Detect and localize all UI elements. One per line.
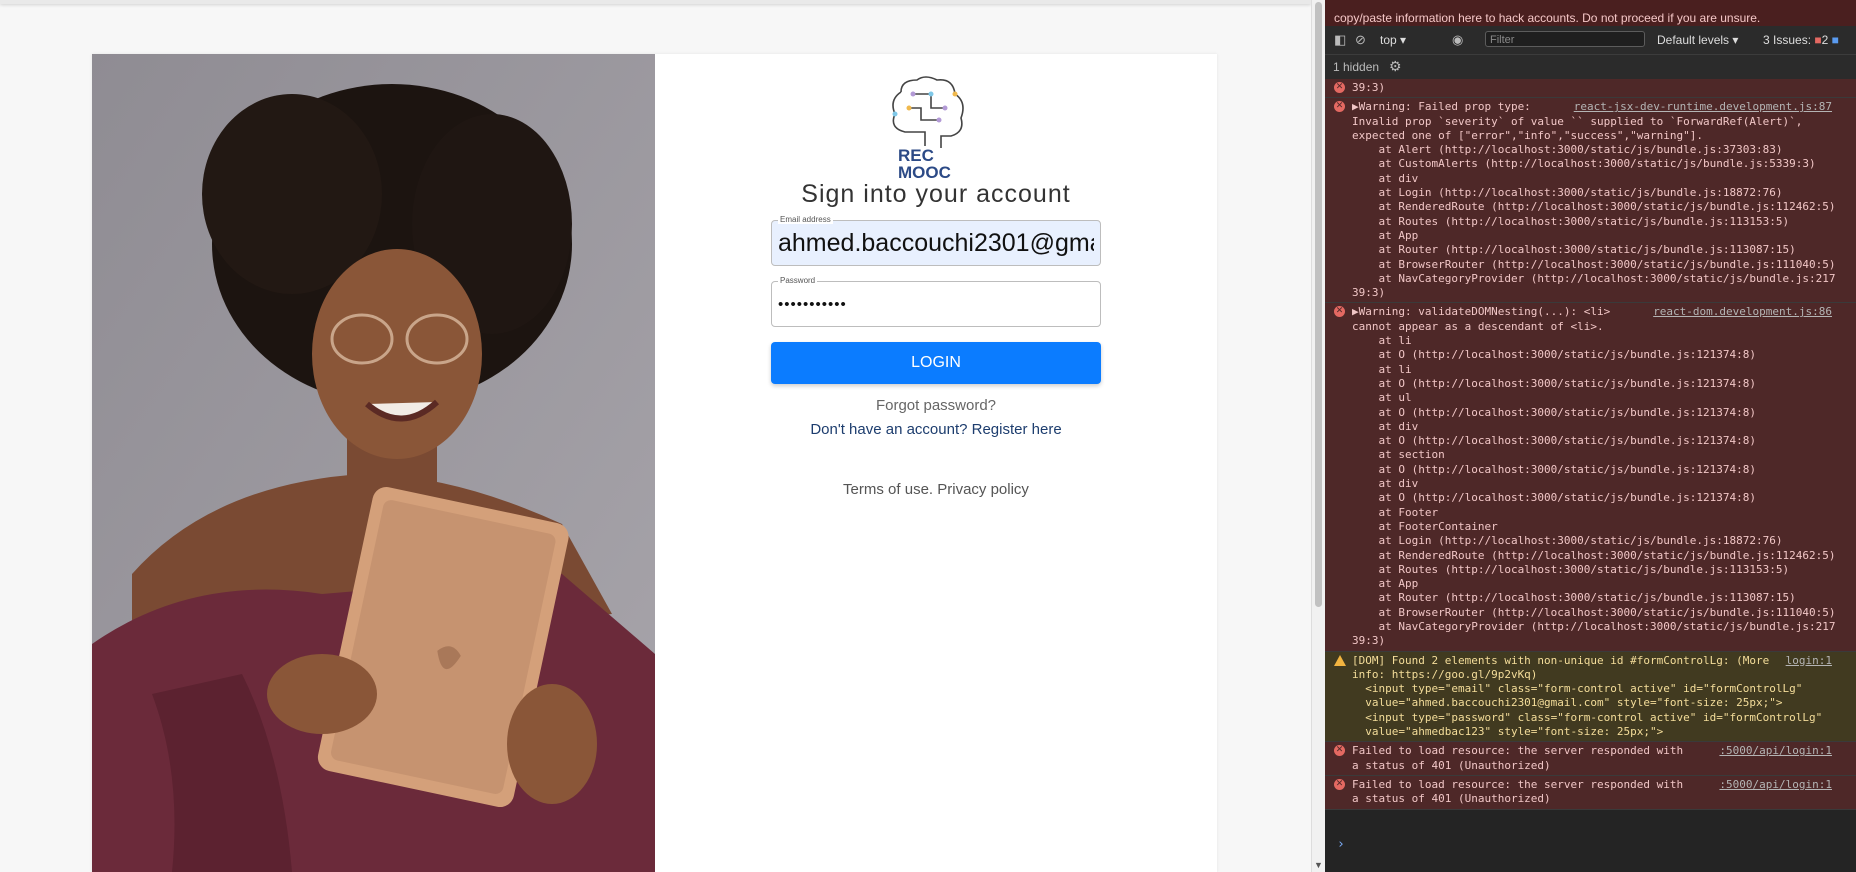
error-icon: ✕ [1334,306,1345,318]
error-icon: ✕ [1334,82,1345,93]
hero-photo [92,54,655,872]
console-message: Failed to load resource: the server resp… [1352,744,1684,772]
log-levels-value: Default levels [1657,33,1730,47]
scrollbar-thumb[interactable] [1315,2,1322,607]
issues-label: 3 Issues: [1763,33,1812,47]
console-source-link[interactable]: react-jsx-dev-runtime.development.js:87 [1574,100,1832,114]
forgot-password-link[interactable]: Forgot password? [655,397,1217,414]
console-prompt-icon[interactable]: › [1337,837,1345,852]
browser-viewport: REC MOOC Sign into your account Email ad… [0,0,1311,872]
console-toolbar: ◧ ⊘ top ▾ ◉ Filter Default levels ▾ 3 Is… [1325,26,1856,55]
console-message: [DOM] Found 2 elements with non-unique i… [1352,653,1823,739]
console-source-link[interactable]: :5000/api/login:1 [1719,778,1832,792]
console-settings-gear-icon[interactable]: ⚙ [1389,58,1402,75]
console-message: ▶Warning: validateDOMNesting(...): <li> … [1352,305,1836,648]
error-icon: ✕ [1334,778,1345,790]
password-label: Password [778,276,818,285]
console-message: 39:3) [1352,81,1386,94]
console-warning-text: copy/paste information here to hack acco… [1334,11,1761,25]
console-entry[interactable]: ✕ react-dom.development.js:86 ▶Warning: va… [1325,303,1856,652]
console-status-bar: 1 hidden ⚙ [1325,55,1856,80]
console-source-link[interactable]: :5000/api/login:1 [1719,744,1832,758]
password-field: Password [771,276,1101,327]
terms-privacy-links[interactable]: Terms of use. Privacy policy [655,481,1217,498]
issues-error-icon: ■ [1814,33,1822,47]
console-entry[interactable]: ✕ :5000/api/login:1 Failed to load resourc… [1325,775,1856,810]
login-button[interactable]: LOGIN [771,342,1101,384]
issues-error-count: 2 [1821,33,1829,47]
console-message: ▶Warning: Failed prop type: Invalid prop… [1352,100,1836,300]
error-icon: ✕ [1334,745,1345,757]
console-source-link[interactable]: login:1 [1786,654,1832,668]
scroll-down-icon[interactable]: ▼ [1314,860,1323,870]
email-input[interactable] [778,227,1094,259]
password-input[interactable] [778,288,1094,320]
console-entry[interactable]: login:1 [DOM] Found 2 elements with non-u… [1325,651,1856,743]
console-warning-banner: copy/paste information here to hack acco… [1325,0,1856,26]
devtools-console-panel: copy/paste information here to hack acco… [1325,0,1856,872]
hidden-count: 1 hidden [1333,60,1380,74]
sidebar-toggle-icon[interactable]: ◧ [1334,32,1346,48]
console-log: ✕ 39:3) ✕ react-jsx-dev-runtime.development… [1325,79,1856,810]
console-source-link[interactable]: react-dom.development.js:86 [1653,305,1832,319]
issues-info-icon: ■ [1831,33,1839,47]
error-icon: ✕ [1334,101,1345,113]
console-entry[interactable]: ✕ 39:3) [1325,79,1856,99]
issues-counter[interactable]: 3 Issues: ■2 ■ [1763,33,1839,47]
clear-console-icon[interactable]: ⊘ [1355,32,1366,48]
warning-icon [1334,654,1346,666]
live-expression-eye-icon[interactable]: ◉ [1452,32,1463,48]
email-field: Email address [771,215,1101,266]
context-select[interactable]: top ▾ [1380,33,1406,47]
page-title: Sign into your account [801,180,1071,208]
register-link[interactable]: Don't have an account? Register here [655,421,1217,438]
console-filter-input[interactable]: Filter [1485,31,1645,47]
woman-with-tablet-image [92,54,655,872]
console-entry[interactable]: ✕ :5000/api/login:1 Failed to load resourc… [1325,742,1856,776]
page-header-bar [0,0,1311,4]
email-label: Email address [778,215,833,224]
context-value: top [1380,33,1397,47]
console-message: Failed to load resource: the server resp… [1352,777,1684,806]
login-form: REC MOOC Sign into your account Email ad… [655,54,1217,872]
recmooc-logo: REC MOOC [881,72,971,184]
log-levels-select[interactable]: Default levels ▾ [1657,33,1738,47]
page-scrollbar[interactable]: ▼ [1311,0,1326,872]
console-entry[interactable]: ✕ react-jsx-dev-runtime.development.js:87… [1325,98,1856,304]
